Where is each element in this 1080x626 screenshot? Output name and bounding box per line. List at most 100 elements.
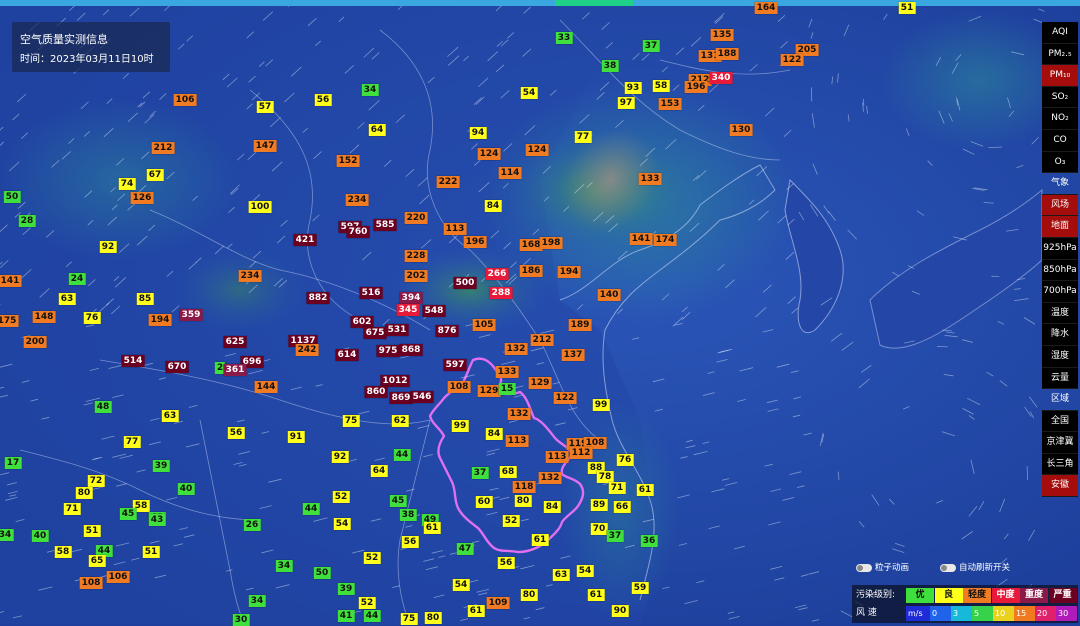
station-marker[interactable]: 92 bbox=[332, 451, 349, 463]
station-marker[interactable]: 61 bbox=[588, 589, 605, 601]
station-marker[interactable]: 57 bbox=[257, 101, 274, 113]
station-marker[interactable]: 99 bbox=[452, 420, 469, 432]
station-marker[interactable]: 34 bbox=[249, 595, 266, 607]
station-marker[interactable]: 113 bbox=[546, 451, 569, 463]
station-marker[interactable]: 196 bbox=[464, 236, 487, 248]
station-marker[interactable]: 188 bbox=[716, 48, 739, 60]
station-marker[interactable]: 44 bbox=[394, 449, 411, 461]
station-marker[interactable]: 61 bbox=[637, 484, 654, 496]
station-marker[interactable]: 148 bbox=[33, 311, 56, 323]
station-marker[interactable]: 164 bbox=[755, 2, 778, 14]
station-marker[interactable]: 84 bbox=[486, 428, 503, 440]
station-marker[interactable]: 34 bbox=[362, 84, 379, 96]
station-marker[interactable]: 91 bbox=[288, 431, 305, 443]
station-marker[interactable]: 92 bbox=[100, 241, 117, 253]
station-marker[interactable]: 71 bbox=[609, 482, 626, 494]
station-marker[interactable]: 76 bbox=[617, 454, 634, 466]
station-marker[interactable]: 44 bbox=[303, 503, 320, 515]
region-national-button[interactable]: 全国 bbox=[1042, 411, 1078, 433]
station-marker[interactable]: 38 bbox=[602, 60, 619, 72]
station-marker[interactable]: 75 bbox=[401, 613, 418, 625]
station-marker[interactable]: 50 bbox=[314, 567, 331, 579]
station-marker[interactable]: 361 bbox=[224, 364, 247, 376]
station-marker[interactable]: 132 bbox=[539, 472, 562, 484]
station-marker[interactable]: 118 bbox=[513, 481, 536, 493]
station-marker[interactable]: 41 bbox=[338, 610, 355, 622]
station-marker[interactable]: 63 bbox=[162, 410, 179, 422]
layer-so2-button[interactable]: SO₂ bbox=[1042, 87, 1078, 109]
station-marker[interactable]: 33 bbox=[556, 32, 573, 44]
station-marker[interactable]: 860 bbox=[365, 386, 388, 398]
station-marker[interactable]: 113 bbox=[444, 223, 467, 235]
station-marker[interactable]: 70 bbox=[591, 523, 608, 535]
station-marker[interactable]: 34 bbox=[276, 560, 293, 572]
station-marker[interactable]: 56 bbox=[315, 94, 332, 106]
station-marker[interactable]: 147 bbox=[254, 140, 277, 152]
station-marker[interactable]: 212 bbox=[531, 334, 554, 346]
station-marker[interactable]: 56 bbox=[402, 536, 419, 548]
station-marker[interactable]: 17 bbox=[5, 457, 22, 469]
station-marker[interactable]: 80 bbox=[76, 487, 93, 499]
weather-wind-button[interactable]: 风场 bbox=[1042, 195, 1078, 217]
station-marker[interactable]: 189 bbox=[569, 319, 592, 331]
station-marker[interactable]: 288 bbox=[490, 287, 513, 299]
station-marker[interactable]: 97 bbox=[618, 97, 635, 109]
station-marker[interactable]: 36 bbox=[641, 535, 658, 547]
station-marker[interactable]: 242 bbox=[296, 344, 319, 356]
station-marker[interactable]: 37 bbox=[472, 467, 489, 479]
station-marker[interactable]: 52 bbox=[359, 597, 376, 609]
region-jingjinji-button[interactable]: 京津冀 bbox=[1042, 432, 1078, 454]
station-marker[interactable]: 113 bbox=[506, 435, 529, 447]
station-marker[interactable]: 129 bbox=[529, 377, 552, 389]
station-marker[interactable]: 65 bbox=[89, 555, 106, 567]
station-marker[interactable]: 153 bbox=[659, 98, 682, 110]
station-marker[interactable]: 882 bbox=[307, 292, 330, 304]
station-marker[interactable]: 266 bbox=[486, 268, 509, 280]
station-marker[interactable]: 220 bbox=[405, 212, 428, 224]
station-marker[interactable]: 47 bbox=[457, 543, 474, 555]
particle-animation-switch[interactable] bbox=[856, 564, 872, 572]
station-marker[interactable]: 72 bbox=[88, 475, 105, 487]
station-marker[interactable]: 126 bbox=[131, 192, 154, 204]
station-marker[interactable]: 114 bbox=[499, 167, 522, 179]
station-marker[interactable]: 74 bbox=[119, 178, 136, 190]
station-marker[interactable]: 670 bbox=[166, 361, 189, 373]
station-marker[interactable]: 106 bbox=[174, 94, 197, 106]
station-marker[interactable]: 56 bbox=[228, 427, 245, 439]
station-marker[interactable]: 133 bbox=[639, 173, 662, 185]
station-marker[interactable]: 394 bbox=[400, 292, 423, 304]
station-marker[interactable]: 61 bbox=[532, 534, 549, 546]
station-marker[interactable]: 345 bbox=[397, 304, 420, 316]
station-marker[interactable]: 975 bbox=[377, 345, 400, 357]
station-marker[interactable]: 234 bbox=[239, 270, 262, 282]
station-marker[interactable]: 58 bbox=[55, 546, 72, 558]
station-marker[interactable]: 56 bbox=[498, 557, 515, 569]
station-marker[interactable]: 597 bbox=[444, 359, 467, 371]
station-marker[interactable]: 44 bbox=[364, 610, 381, 622]
station-marker[interactable]: 876 bbox=[436, 325, 459, 337]
station-marker[interactable]: 108 bbox=[448, 381, 471, 393]
station-marker[interactable]: 141 bbox=[630, 233, 653, 245]
weather-850hpa-button[interactable]: 850hPa bbox=[1042, 260, 1078, 282]
station-marker[interactable]: 500 bbox=[454, 277, 477, 289]
station-marker[interactable]: 54 bbox=[521, 87, 538, 99]
station-marker[interactable]: 68 bbox=[500, 466, 517, 478]
station-marker[interactable]: 135 bbox=[711, 29, 734, 41]
station-marker[interactable]: 152 bbox=[337, 155, 360, 167]
station-marker[interactable]: 585 bbox=[374, 219, 397, 231]
region-yangtze-delta-button[interactable]: 长三角 bbox=[1042, 454, 1078, 476]
station-marker[interactable]: 80 bbox=[425, 612, 442, 624]
station-marker[interactable]: 105 bbox=[473, 319, 496, 331]
station-marker[interactable]: 548 bbox=[423, 305, 446, 317]
auto-refresh-switch[interactable] bbox=[940, 564, 956, 572]
station-marker[interactable]: 80 bbox=[515, 495, 532, 507]
station-marker[interactable]: 194 bbox=[558, 266, 581, 278]
station-marker[interactable]: 37 bbox=[607, 530, 624, 542]
layer-co-button[interactable]: CO bbox=[1042, 130, 1078, 152]
station-marker[interactable]: 222 bbox=[437, 176, 460, 188]
station-marker[interactable]: 62 bbox=[392, 415, 409, 427]
station-marker[interactable]: 124 bbox=[526, 144, 549, 156]
station-marker[interactable]: 34 bbox=[0, 529, 13, 541]
station-marker[interactable]: 71 bbox=[64, 503, 81, 515]
station-marker[interactable]: 108 bbox=[80, 577, 103, 589]
